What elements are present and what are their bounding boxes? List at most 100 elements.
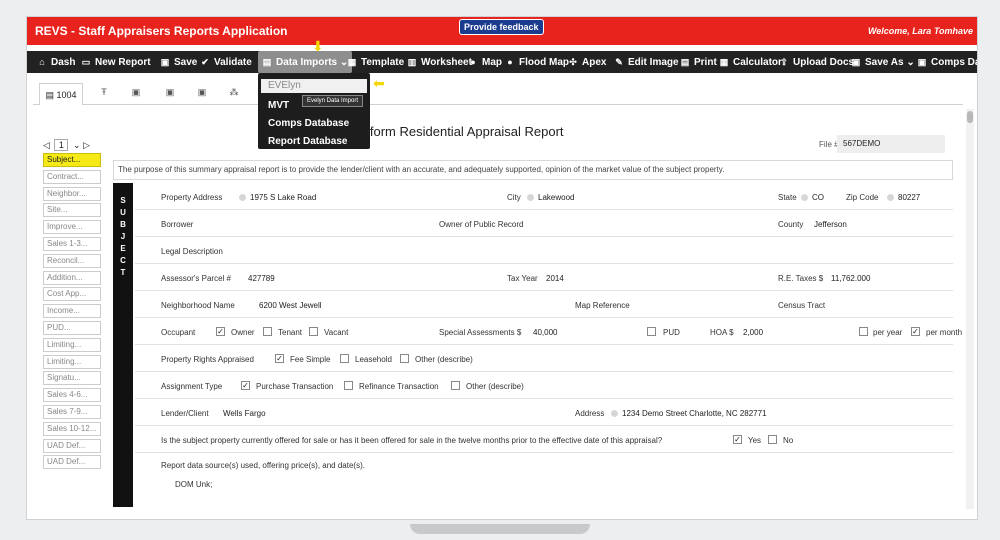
offered-yes-checkbox[interactable]: ✓ xyxy=(733,435,742,444)
sidebar-item[interactable]: Subject... xyxy=(43,153,101,167)
data-imports-menu: EVElyn MVT Comps Database Report Databas… xyxy=(258,73,370,149)
menu-item-report-database[interactable]: Report Database xyxy=(268,136,347,147)
county-label: County xyxy=(778,220,804,229)
sidebar-item[interactable]: UAD Def... xyxy=(43,455,101,470)
menu-item-evelyn[interactable]: EVElyn xyxy=(261,79,367,93)
tab-photos[interactable]: ▣ xyxy=(123,87,149,103)
offered-no-checkbox[interactable] xyxy=(768,435,777,444)
special-assessments-field[interactable]: 40,000 xyxy=(533,328,557,337)
calculator-button[interactable]: ▦ Calculator xyxy=(719,51,782,73)
home-icon: ⌂ xyxy=(39,57,45,67)
data-imports-button[interactable]: ▤ Data Imports ⌄ xyxy=(258,51,353,73)
fee-simple-checkbox[interactable]: ✓ xyxy=(275,354,284,363)
sidebar-item[interactable]: Signatu... xyxy=(43,371,101,386)
next-page-icon[interactable]: ▷ xyxy=(83,140,90,150)
census-tract-label: Census Tract xyxy=(778,301,826,310)
vacant-checkbox[interactable] xyxy=(309,327,318,336)
state-field[interactable]: CO xyxy=(801,193,824,202)
leasehold-checkbox[interactable] xyxy=(340,354,349,363)
sidebar-item[interactable]: Neighbor... xyxy=(43,186,101,201)
parcel-label: Assessor's Parcel # xyxy=(161,274,231,283)
edit-image-button[interactable]: ✎ Edit Image xyxy=(614,51,678,73)
page-select[interactable]: 1 xyxy=(54,139,69,151)
vacant-option-label: Vacant xyxy=(324,328,349,337)
zip-field[interactable]: 80227 xyxy=(887,193,920,202)
menu-item-mvt[interactable]: MVT xyxy=(268,100,289,111)
sidebar-item[interactable]: Sales 10-12... xyxy=(43,421,101,436)
pud-checkbox[interactable] xyxy=(647,327,656,336)
owner-checkbox[interactable]: ✓ xyxy=(216,327,225,336)
dash-button[interactable]: ⌂ Dash xyxy=(37,51,75,73)
tenant-checkbox[interactable] xyxy=(263,327,272,336)
re-taxes-field[interactable]: 11,762.000 xyxy=(831,274,870,283)
assignment-type-label: Assignment Type xyxy=(161,382,223,391)
refinance-checkbox[interactable] xyxy=(344,381,353,390)
sidebar-item[interactable]: Income... xyxy=(43,304,101,319)
map-button[interactable]: ● Map xyxy=(468,51,502,73)
prev-page-icon[interactable]: ◁ xyxy=(43,140,50,150)
new-report-button[interactable]: ▭ New Report xyxy=(81,51,151,73)
worksheet-button[interactable]: ▥ Worksheet xyxy=(407,51,472,73)
re-taxes-label: R.E. Taxes $ xyxy=(778,274,824,283)
sidebar-item[interactable]: Reconcil... xyxy=(43,253,101,268)
template-button[interactable]: ▦ Template xyxy=(347,51,404,73)
grid-icon: ▦ xyxy=(347,57,357,67)
per-month-checkbox[interactable]: ✓ xyxy=(911,327,920,336)
validate-button[interactable]: ✔ Validate xyxy=(200,51,252,73)
address-row: Property Address 1975 S Lake Road City L… xyxy=(135,183,953,210)
per-year-checkbox[interactable] xyxy=(859,327,868,336)
lender-label: Lender/Client xyxy=(161,409,209,418)
sidebar-item[interactable]: Contract... xyxy=(43,169,101,184)
provide-feedback-button[interactable]: Provide feedback xyxy=(459,19,544,35)
tab-text[interactable]: Ŧ xyxy=(91,87,117,103)
upload-docs-button[interactable]: ⇪ Upload Docs xyxy=(779,51,854,73)
sidebar-item[interactable]: Sales 7-9... xyxy=(43,404,101,419)
save-button[interactable]: ▣ Save xyxy=(160,51,198,73)
tab-photos-2[interactable]: ▣ xyxy=(157,87,183,103)
lender-field[interactable]: Wells Fargo xyxy=(223,409,266,418)
assignment-other-label: Other (describe) xyxy=(466,382,524,391)
folder-icon: ▭ xyxy=(81,57,91,67)
county-field[interactable]: Jefferson xyxy=(814,220,847,229)
print-button[interactable]: ▤ Print xyxy=(680,51,717,73)
property-address-field[interactable]: 1975 S Lake Road xyxy=(239,193,316,202)
menu-item-comps-database[interactable]: Comps Database xyxy=(268,118,349,129)
sidebar-item[interactable]: PUD... xyxy=(43,320,101,335)
report-title: iform Residential Appraisal Report xyxy=(367,124,564,139)
sidebar-item[interactable]: Sales 4-6... xyxy=(43,388,101,403)
sidebar-item[interactable]: Improve... xyxy=(43,220,101,235)
subject-section-bar: SUBJECT xyxy=(113,183,133,507)
neighborhood-label: Neighborhood Name xyxy=(161,301,235,310)
purchase-checkbox[interactable]: ✓ xyxy=(241,381,250,390)
apex-button[interactable]: ✣ Apex xyxy=(568,51,606,73)
sidebar-item[interactable]: Limiting... xyxy=(43,354,101,369)
upload-icon: ⇪ xyxy=(780,57,788,67)
tax-year-field[interactable]: 2014 xyxy=(546,274,564,283)
save-as-button[interactable]: ▣ Save As ⌄ xyxy=(851,51,915,73)
hoa-field[interactable]: 2,000 xyxy=(743,328,763,337)
sidebar-item[interactable]: UAD Def... xyxy=(43,438,101,453)
scroll-thumb[interactable] xyxy=(967,111,973,123)
address-field[interactable]: 1234 Demo Street Charlotte, NC 282771 xyxy=(611,409,767,418)
assignment-other-checkbox[interactable] xyxy=(451,381,460,390)
rights-other-checkbox[interactable] xyxy=(400,354,409,363)
comps-data-button[interactable]: ▣Comps Data xyxy=(917,51,977,73)
tab-1004[interactable]: ▤ 1004 xyxy=(39,83,83,105)
flood-map-button[interactable]: ● Flood Map xyxy=(505,51,569,73)
highlight-arrow-down-icon: ⬇ xyxy=(312,38,324,54)
parcel-field[interactable]: 427789 xyxy=(248,274,275,283)
sidebar-item[interactable]: Limiting... xyxy=(43,337,101,352)
neighborhood-field[interactable]: 6200 West Jewell xyxy=(259,301,322,310)
sidebar-item[interactable]: Cost App... xyxy=(43,287,101,302)
photos-icon: ▣ xyxy=(131,87,141,97)
file-number-field[interactable]: 567DEMO xyxy=(837,135,945,153)
purpose-statement: The purpose of this summary appraisal re… xyxy=(113,160,953,180)
chevron-down-icon[interactable]: ⌄ xyxy=(73,140,81,150)
sidebar-item[interactable]: Addition... xyxy=(43,270,101,285)
tab-images[interactable]: ▣ xyxy=(189,87,215,103)
sidebar-item[interactable]: Site... xyxy=(43,203,101,218)
scrollbar[interactable] xyxy=(966,109,974,509)
city-field[interactable]: Lakewood xyxy=(527,193,574,202)
tab-sitemap[interactable]: ⁂ xyxy=(221,87,247,103)
sidebar-item[interactable]: Sales 1-3... xyxy=(43,236,101,251)
